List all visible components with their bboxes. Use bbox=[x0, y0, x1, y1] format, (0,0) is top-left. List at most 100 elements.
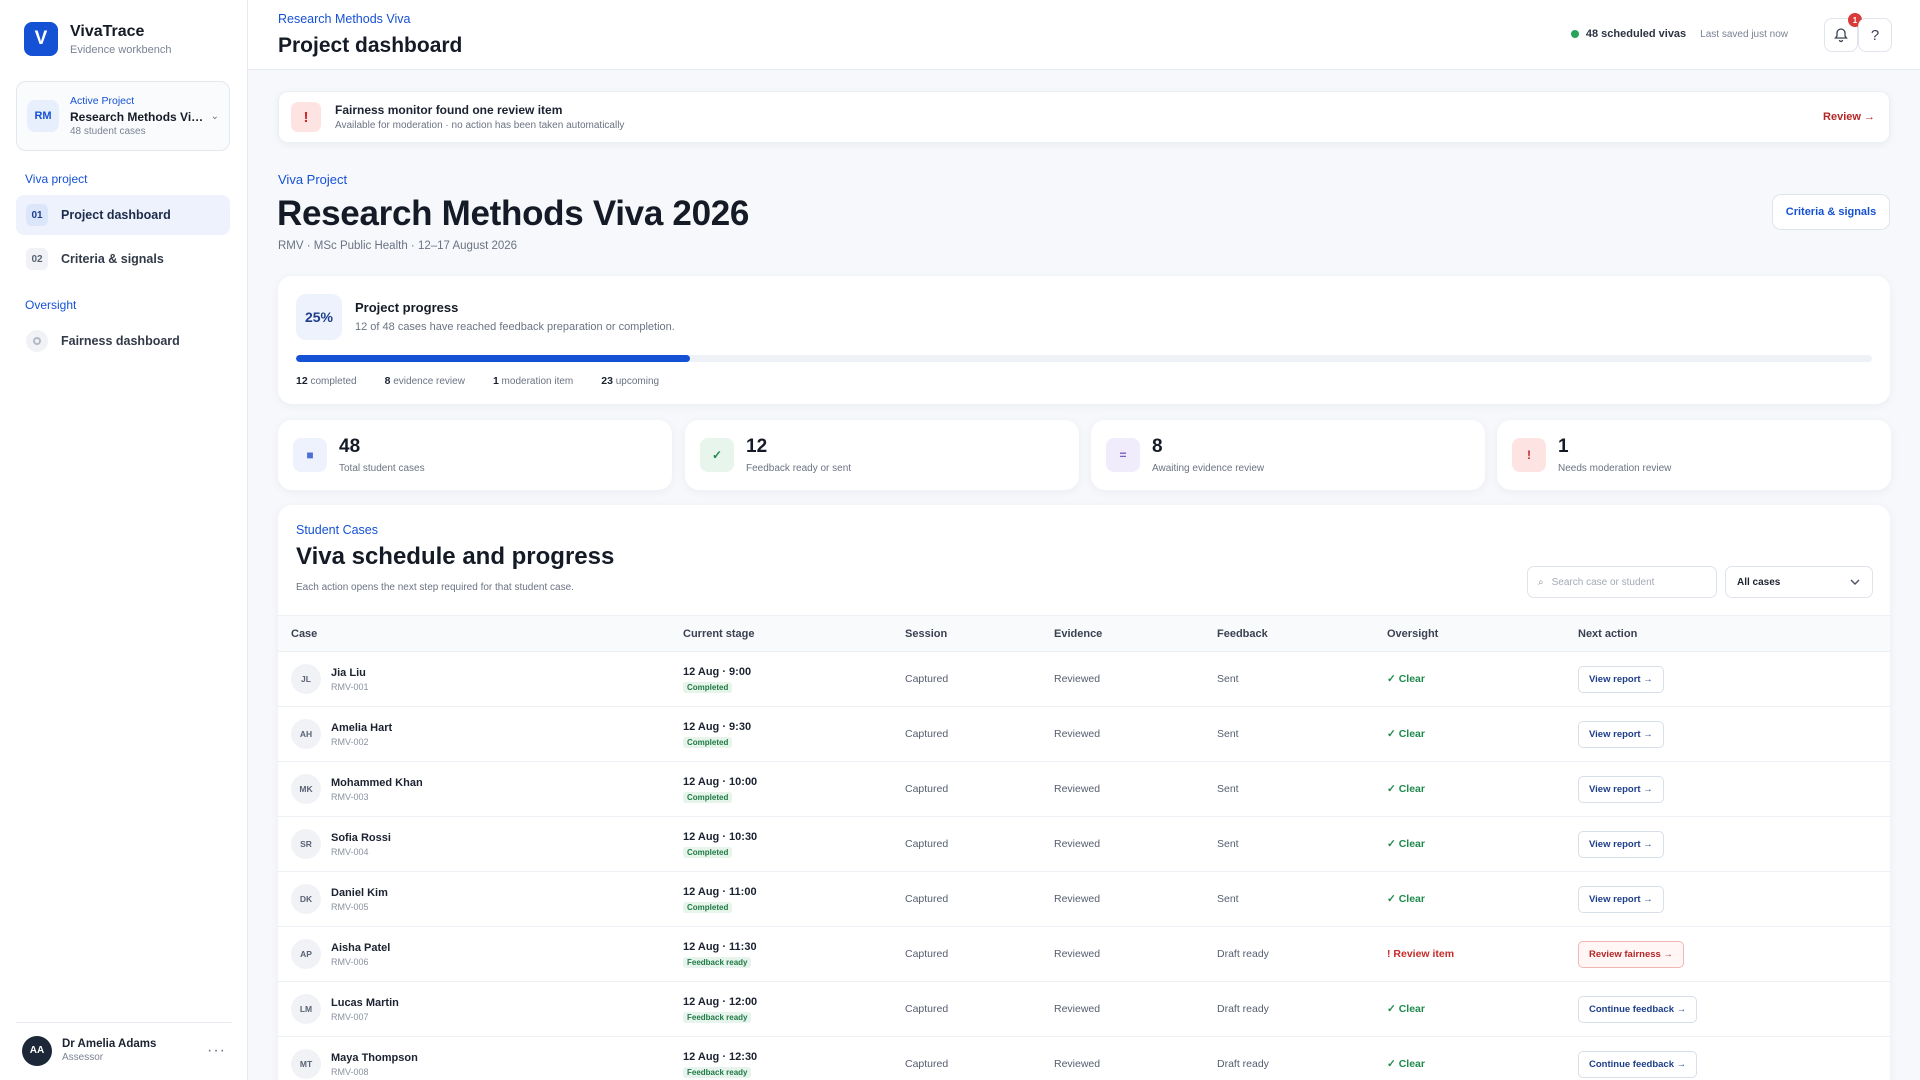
table-row[interactable]: JL Jia Liu RMV-001 12 Aug · 9:00 Completed Ca… bbox=[278, 651, 1890, 707]
next-action-button[interactable]: Continue feedback → bbox=[1578, 1050, 1698, 1078]
table-row[interactable]: SR Sofia Rossi RMV-004 12 Aug · 10:30 Comple… bbox=[278, 816, 1890, 872]
case-filter-select[interactable]: All cases bbox=[1725, 566, 1873, 598]
feedback-cell: Draft ready bbox=[1217, 926, 1387, 982]
brand-subtitle: Evidence workbench bbox=[70, 43, 172, 56]
kpi-text: 12 Feedback ready or sent bbox=[746, 436, 851, 474]
kpi-label: Needs moderation review bbox=[1558, 463, 1672, 474]
alert-title: Fairness monitor found one review item bbox=[335, 103, 563, 117]
next-action-button[interactable]: Review fairness → bbox=[1578, 940, 1684, 968]
session-cell: Captured bbox=[905, 871, 1054, 927]
case-text: Maya Thompson RMV-008 bbox=[331, 1052, 418, 1077]
evidence-cell: Reviewed bbox=[1054, 926, 1217, 982]
progress-subtitle: 12 of 48 cases have reached feedback pre… bbox=[355, 321, 675, 333]
table-row[interactable]: LM Lucas Martin RMV-007 12 Aug · 12:00 Feedb… bbox=[278, 981, 1890, 1037]
nav-section-viva-project: Viva project bbox=[25, 172, 88, 186]
feedback-cell: Sent bbox=[1217, 651, 1387, 707]
criteria-signals-button[interactable]: Criteria & signals bbox=[1772, 194, 1890, 230]
kpi-text: 8 Awaiting evidence review bbox=[1152, 436, 1264, 474]
more-icon[interactable]: ··· bbox=[207, 1042, 226, 1060]
table-row[interactable]: AH Amelia Hart RMV-002 12 Aug · 9:30 Complet… bbox=[278, 706, 1890, 762]
brand[interactable]: V VivaTrace Evidence workbench bbox=[24, 22, 172, 56]
feedback-cell: Draft ready bbox=[1217, 1036, 1387, 1080]
alert-icon: ! bbox=[1512, 438, 1546, 472]
stat-label: completed bbox=[307, 376, 357, 387]
case-info: DK Daniel Kim RMV-005 bbox=[291, 884, 683, 914]
page-title: Project dashboard bbox=[278, 34, 463, 57]
avatar: MK bbox=[291, 774, 321, 804]
user-profile[interactable]: AA Dr Amelia Adams Assessor ··· bbox=[16, 1022, 232, 1078]
check-icon: ✓ bbox=[700, 438, 734, 472]
case-cell: LM Lucas Martin RMV-007 bbox=[278, 981, 683, 1037]
breadcrumb[interactable]: Research Methods Viva bbox=[278, 12, 410, 26]
project-title: Research Methods Viva 2026 bbox=[277, 194, 750, 233]
kpi-total-cases: ■ 48 Total student cases bbox=[278, 420, 672, 490]
kpi-label: Total student cases bbox=[339, 463, 425, 474]
session-cell: Captured bbox=[905, 651, 1054, 707]
sidebar-item-project-dashboard[interactable]: 01 Project dashboard bbox=[16, 195, 230, 235]
user-name: Dr Amelia Adams bbox=[62, 1038, 157, 1050]
search-input[interactable]: ⌕ Search case or student bbox=[1527, 566, 1717, 598]
avatar: SR bbox=[291, 829, 321, 859]
cases-title: Viva schedule and progress bbox=[296, 543, 615, 570]
next-action-button[interactable]: View report → bbox=[1578, 720, 1664, 748]
evidence-cell: Reviewed bbox=[1054, 816, 1217, 872]
sidebar-item-label: Project dashboard bbox=[61, 208, 171, 222]
stage-cell: 12 Aug · 10:30 Completed bbox=[683, 816, 905, 872]
case-id: RMV-008 bbox=[331, 1066, 369, 1077]
status-badge: Completed bbox=[683, 791, 733, 803]
schedule-status: 48 scheduled vivas Last saved just now bbox=[1570, 28, 1788, 40]
next-action-button[interactable]: View report → bbox=[1578, 775, 1664, 803]
sidebar-item-criteria-signals[interactable]: 02 Criteria & signals bbox=[16, 239, 230, 279]
kpi-label: Awaiting evidence review bbox=[1152, 463, 1265, 474]
alert-review-link[interactable]: Review → bbox=[1823, 111, 1875, 123]
table-row[interactable]: AP Aisha Patel RMV-006 12 Aug · 11:30 Feedba… bbox=[278, 926, 1890, 982]
table-row[interactable]: MT Maya Thompson RMV-008 12 Aug · 12:30 Feed… bbox=[278, 1036, 1890, 1080]
student-name: Jia Liu bbox=[331, 666, 366, 679]
case-cell: JL Jia Liu RMV-001 bbox=[278, 651, 683, 707]
help-button[interactable]: ? bbox=[1858, 18, 1892, 52]
alert-subtitle: Available for moderation · no action has… bbox=[335, 120, 625, 131]
topbar: Research Methods Viva Project dashboard … bbox=[248, 0, 1920, 70]
student-name: Amelia Hart bbox=[331, 721, 393, 734]
project-switcher[interactable]: RM Active Project Research Methods Viva … bbox=[16, 81, 230, 151]
kpi-label: Feedback ready or sent bbox=[746, 463, 852, 474]
case-text: Daniel Kim RMV-005 bbox=[331, 887, 388, 912]
next-action-button[interactable]: View report → bbox=[1578, 830, 1664, 858]
project-switcher-meta: 48 student cases bbox=[70, 126, 146, 137]
kpi-text: 48 Total student cases bbox=[339, 436, 425, 474]
action-cell: View report → bbox=[1578, 816, 1890, 872]
next-action-button[interactable]: Continue feedback → bbox=[1578, 995, 1698, 1023]
stage-cell: 12 Aug · 10:00 Completed bbox=[683, 761, 905, 817]
case-id: RMV-005 bbox=[331, 901, 369, 912]
case-cell: MK Mohammed Khan RMV-003 bbox=[278, 761, 683, 817]
next-action-button[interactable]: View report → bbox=[1578, 885, 1664, 913]
session-cell: Captured bbox=[905, 761, 1054, 817]
action-cell: View report → bbox=[1578, 871, 1890, 927]
table-row[interactable]: MK Mohammed Khan RMV-003 12 Aug · 10:00 Comp… bbox=[278, 761, 1890, 817]
kpi-text: 1 Needs moderation review bbox=[1558, 436, 1671, 474]
case-info: SR Sofia Rossi RMV-004 bbox=[291, 829, 683, 859]
column-header: Oversight bbox=[1387, 615, 1578, 652]
status-badge: Feedback ready bbox=[683, 1066, 752, 1078]
table-header: Case Current stage Session Evidence Feedback… bbox=[278, 615, 1890, 652]
project-progress-card: 25% Project progress 12 of 48 cases have… bbox=[278, 276, 1890, 404]
evidence-cell: Reviewed bbox=[1054, 981, 1217, 1037]
case-info: AP Aisha Patel RMV-006 bbox=[291, 939, 683, 969]
status-badge: Completed bbox=[683, 736, 733, 748]
case-cell: MT Maya Thompson RMV-008 bbox=[278, 1036, 683, 1080]
column-header: Feedback bbox=[1217, 615, 1387, 652]
case-id: RMV-007 bbox=[331, 1011, 369, 1022]
notifications-button[interactable]: 1 bbox=[1824, 13, 1862, 52]
status-badge: Completed bbox=[683, 901, 733, 913]
student-name: Mohammed Khan bbox=[331, 776, 423, 789]
avatar: JL bbox=[291, 664, 321, 694]
table-row[interactable]: DK Daniel Kim RMV-005 12 Aug · 11:00 Complet… bbox=[278, 871, 1890, 927]
student-cases-card: Student Cases Viva schedule and progress… bbox=[278, 505, 1890, 1080]
sidebar-item-fairness-dashboard[interactable]: Fairness dashboard bbox=[16, 321, 230, 361]
fairness-alert: ! Fairness monitor found one review item… bbox=[278, 91, 1890, 143]
stage-time: 12 Aug · 12:00 bbox=[683, 995, 758, 1008]
project-switcher-name: Research Methods Viva 2026 bbox=[70, 110, 207, 124]
case-info: LM Lucas Martin RMV-007 bbox=[291, 994, 683, 1024]
project-eyebrow: Viva Project bbox=[278, 172, 348, 187]
next-action-button[interactable]: View report → bbox=[1578, 665, 1664, 693]
